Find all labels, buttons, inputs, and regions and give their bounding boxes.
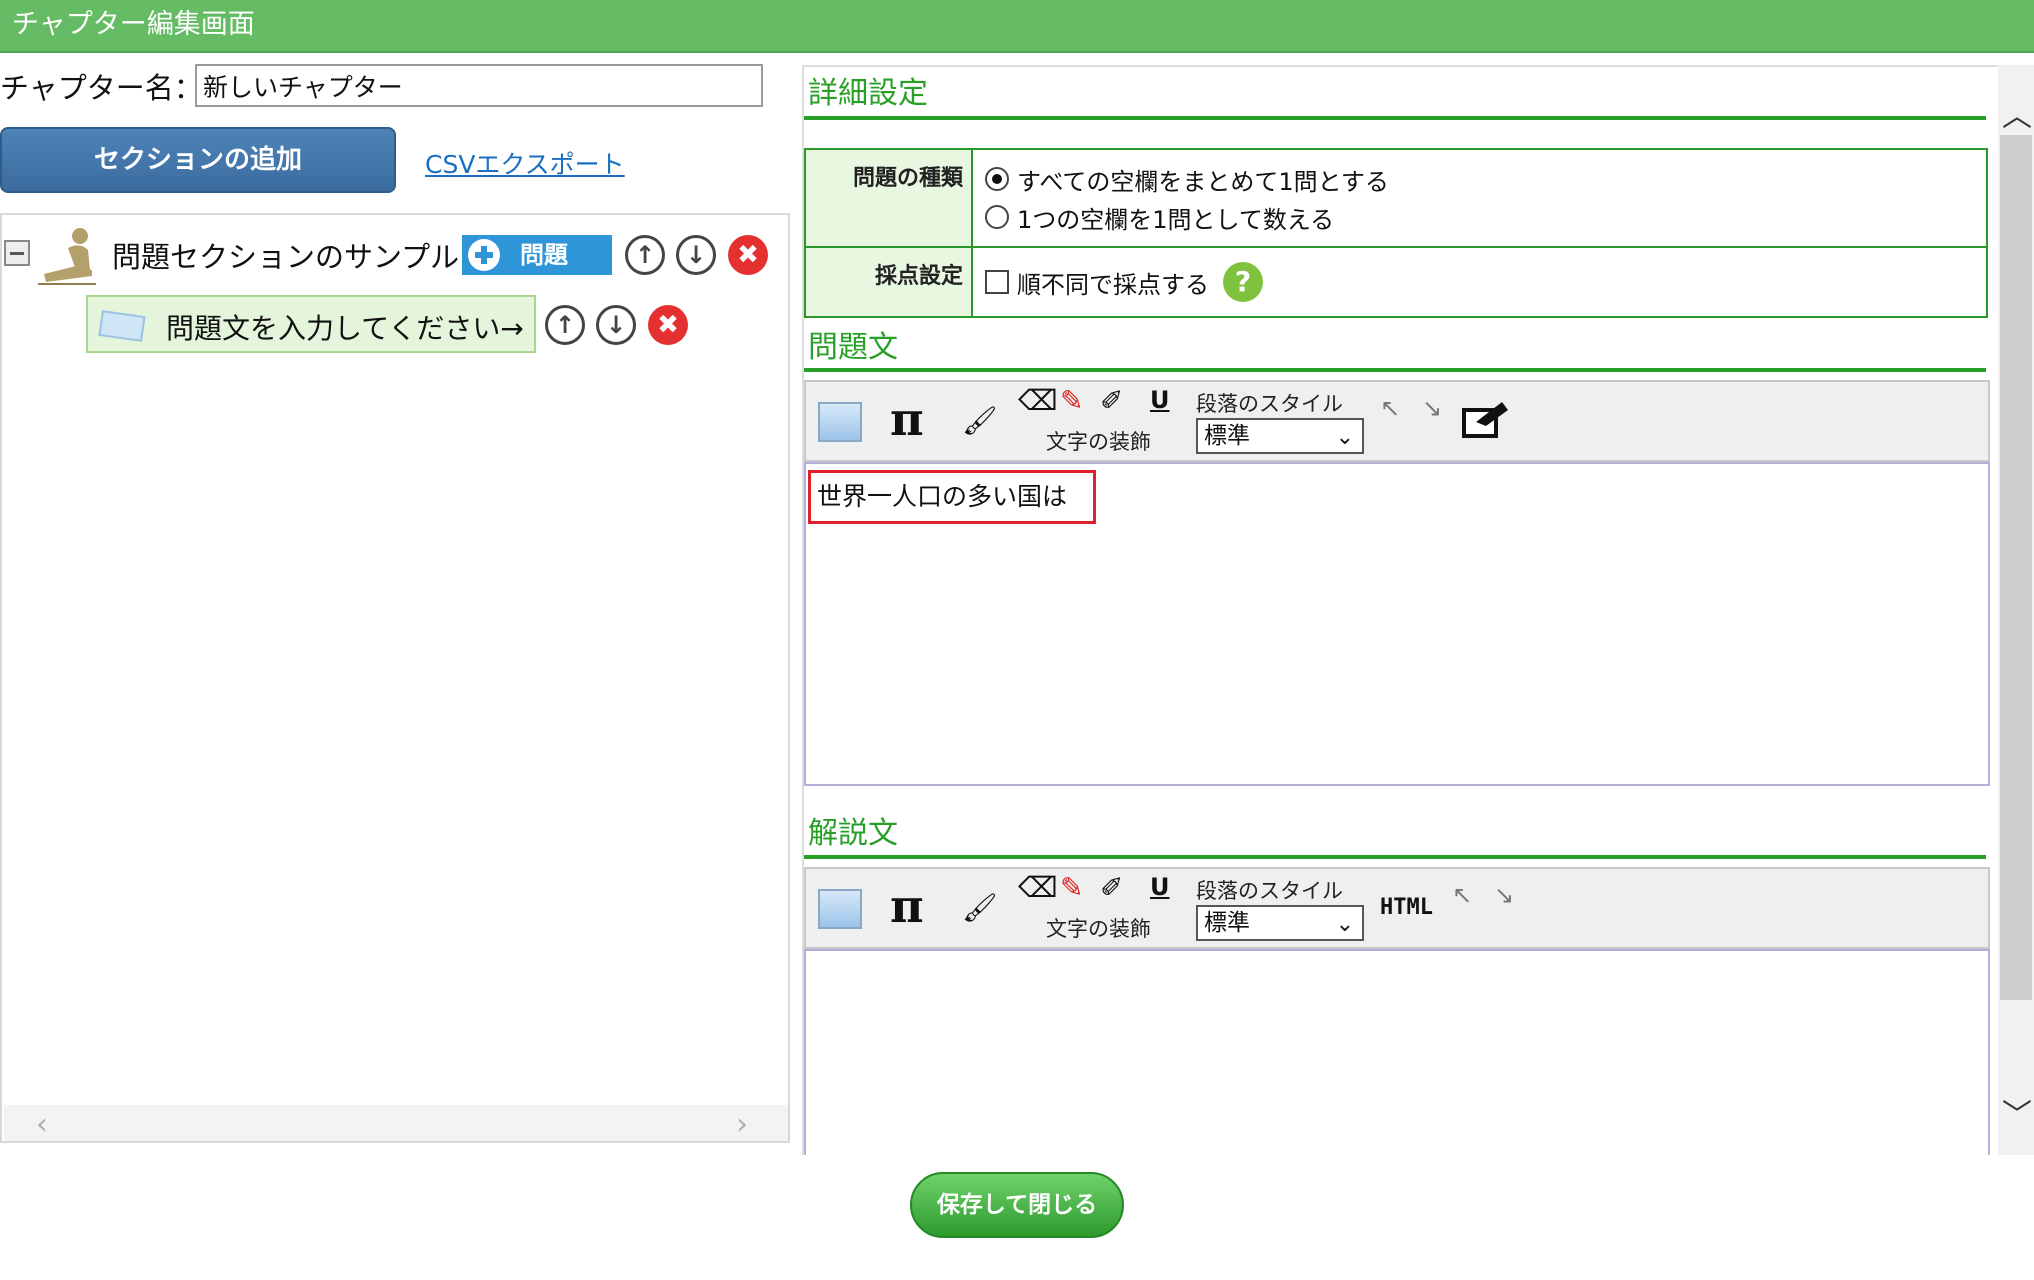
section-title[interactable]: 問題セクションのサンプル bbox=[112, 234, 459, 276]
highlight-icon[interactable]: ✐ bbox=[1100, 871, 1123, 904]
underline-icon[interactable]: U bbox=[1150, 386, 1170, 414]
section-delete-icon[interactable]: ✖ bbox=[728, 235, 768, 275]
indent-in-icon[interactable]: ↘ bbox=[1422, 394, 1442, 422]
explanation-editor-toolbar: π 🖌 ⌫ ✎ ✐ U 文字の装飾 段落のスタイル 標準 ⌄ HTML ↖ ↘ bbox=[804, 867, 1990, 949]
html-mode-icon[interactable]: HTML bbox=[1380, 895, 1433, 920]
highlight-icon[interactable]: ✐ bbox=[1100, 384, 1123, 417]
details-heading-rule bbox=[804, 116, 1986, 120]
paragraph-style-value: 標準 bbox=[1204, 910, 1250, 936]
question-type-label: 問題の種類 bbox=[804, 148, 973, 248]
explanation-heading-rule bbox=[804, 855, 1986, 859]
plus-icon bbox=[468, 239, 500, 271]
paragraph-style-select[interactable]: 標準 ⌄ bbox=[1196, 905, 1364, 941]
section-person-icon bbox=[38, 228, 96, 285]
insert-image-icon[interactable] bbox=[818, 402, 862, 442]
paragraph-style-label: 段落のスタイル bbox=[1196, 879, 1343, 903]
add-question-label: 問題 bbox=[520, 241, 568, 269]
underline-icon[interactable]: U bbox=[1150, 873, 1170, 901]
collapse-toggle-icon[interactable] bbox=[4, 240, 30, 266]
question-editor-toolbar: π 🖌 ⌫ ✎ ✐ U 文字の装飾 段落のスタイル 標準 ⌄ ↖ ↘ bbox=[804, 380, 1990, 462]
add-section-button[interactable]: セクションの追加 bbox=[0, 127, 396, 193]
detail-vertical-scrollbar[interactable]: ︿ bbox=[1998, 65, 2034, 1155]
paragraph-style-value: 標準 bbox=[1204, 423, 1250, 449]
chevron-down-icon: ⌄ bbox=[1335, 425, 1354, 450]
section-move-up-icon[interactable]: ↑ bbox=[625, 235, 665, 275]
text-decoration-label: 文字の装飾 bbox=[1046, 430, 1151, 454]
question-item[interactable]: 問題文を入力してください→ bbox=[86, 295, 536, 353]
option-all-label: すべての空欄をまとめて1問とする bbox=[1017, 167, 1389, 196]
window-title: チャプター編集画面 bbox=[0, 0, 2034, 53]
explanation-editor[interactable] bbox=[804, 949, 1990, 1155]
math-pi-icon[interactable]: π bbox=[890, 392, 924, 446]
save-and-close-button[interactable]: 保存して閉じる bbox=[910, 1172, 1124, 1238]
chevron-down-icon: ⌄ bbox=[1335, 912, 1354, 937]
explanation-heading: 解説文 bbox=[808, 816, 898, 851]
radio-all[interactable] bbox=[985, 167, 1009, 191]
scroll-right-icon[interactable]: › bbox=[736, 1107, 748, 1142]
help-icon[interactable]: ? bbox=[1223, 262, 1263, 302]
format-brush-icon[interactable]: 🖌 bbox=[962, 404, 998, 437]
scroll-up-icon[interactable]: ︿ bbox=[2002, 91, 2032, 135]
scroll-left-icon[interactable]: ‹ bbox=[36, 1107, 48, 1142]
question-text-heading-rule bbox=[804, 368, 1986, 372]
settings-table: 問題の種類 すべての空欄をまとめて1問とする 1つの空欄を1問として数える 採点… bbox=[804, 148, 1988, 318]
question-move-down-icon[interactable]: ↓ bbox=[596, 305, 636, 345]
scoring-checkbox-label: 順不同で採点する bbox=[1017, 270, 1209, 299]
scrollbar-thumb[interactable] bbox=[2000, 135, 2032, 1000]
question-delete-icon[interactable]: ✖ bbox=[648, 305, 688, 345]
eraser-icon[interactable]: ⌫ bbox=[1018, 384, 1058, 417]
paragraph-style-select[interactable]: 標準 ⌄ bbox=[1196, 418, 1364, 454]
csv-export-link[interactable]: CSVエクスポート bbox=[425, 145, 625, 181]
scoring-label: 採点設定 bbox=[804, 246, 973, 318]
insert-image-icon[interactable] bbox=[818, 889, 862, 929]
unordered-scoring-checkbox[interactable] bbox=[985, 270, 1009, 294]
question-type-option-each[interactable]: 1つの空欄を1問として数える bbox=[985, 198, 1974, 236]
chapter-name-label: チャプター名： bbox=[0, 71, 203, 105]
text-color-icon[interactable]: ✎ bbox=[1060, 384, 1083, 417]
chapter-name-row: チャプター名： bbox=[0, 64, 203, 108]
scoring-option[interactable]: 順不同で採点する ? bbox=[985, 262, 1974, 302]
question-text-heading: 問題文 bbox=[808, 330, 898, 365]
paragraph-style-label: 段落のスタイル bbox=[1196, 392, 1343, 416]
radio-each[interactable] bbox=[985, 205, 1009, 229]
indent-out-icon[interactable]: ↖ bbox=[1380, 394, 1400, 422]
question-card-icon bbox=[98, 310, 146, 342]
math-pi-icon[interactable]: π bbox=[890, 879, 924, 933]
details-heading: 詳細設定 bbox=[808, 76, 928, 111]
scroll-down-icon-glyph[interactable]: ﹀ bbox=[2002, 1090, 2032, 1134]
add-question-button[interactable]: 問題 bbox=[462, 235, 612, 275]
indent-in-icon[interactable]: ↘ bbox=[1494, 881, 1514, 909]
question-type-option-all[interactable]: すべての空欄をまとめて1問とする bbox=[985, 160, 1974, 198]
question-item-label: 問題文を入力してください→ bbox=[166, 312, 524, 345]
format-brush-icon[interactable]: 🖌 bbox=[962, 891, 998, 924]
question-text-content[interactable]: 世界一人口の多い国は bbox=[808, 470, 1096, 524]
section-move-down-icon[interactable]: ↓ bbox=[676, 235, 716, 275]
indent-out-icon[interactable]: ↖ bbox=[1452, 881, 1472, 909]
tree-horizontal-scrollbar[interactable]: ‹ › bbox=[4, 1105, 788, 1142]
eraser-icon[interactable]: ⌫ bbox=[1018, 871, 1058, 904]
text-color-icon[interactable]: ✎ bbox=[1060, 871, 1083, 904]
insert-blank-icon[interactable] bbox=[1462, 396, 1512, 442]
text-decoration-label: 文字の装飾 bbox=[1046, 917, 1151, 941]
chapter-name-input[interactable] bbox=[195, 64, 763, 107]
option-each-label: 1つの空欄を1問として数える bbox=[1017, 205, 1335, 234]
question-move-up-icon[interactable]: ↑ bbox=[545, 305, 585, 345]
